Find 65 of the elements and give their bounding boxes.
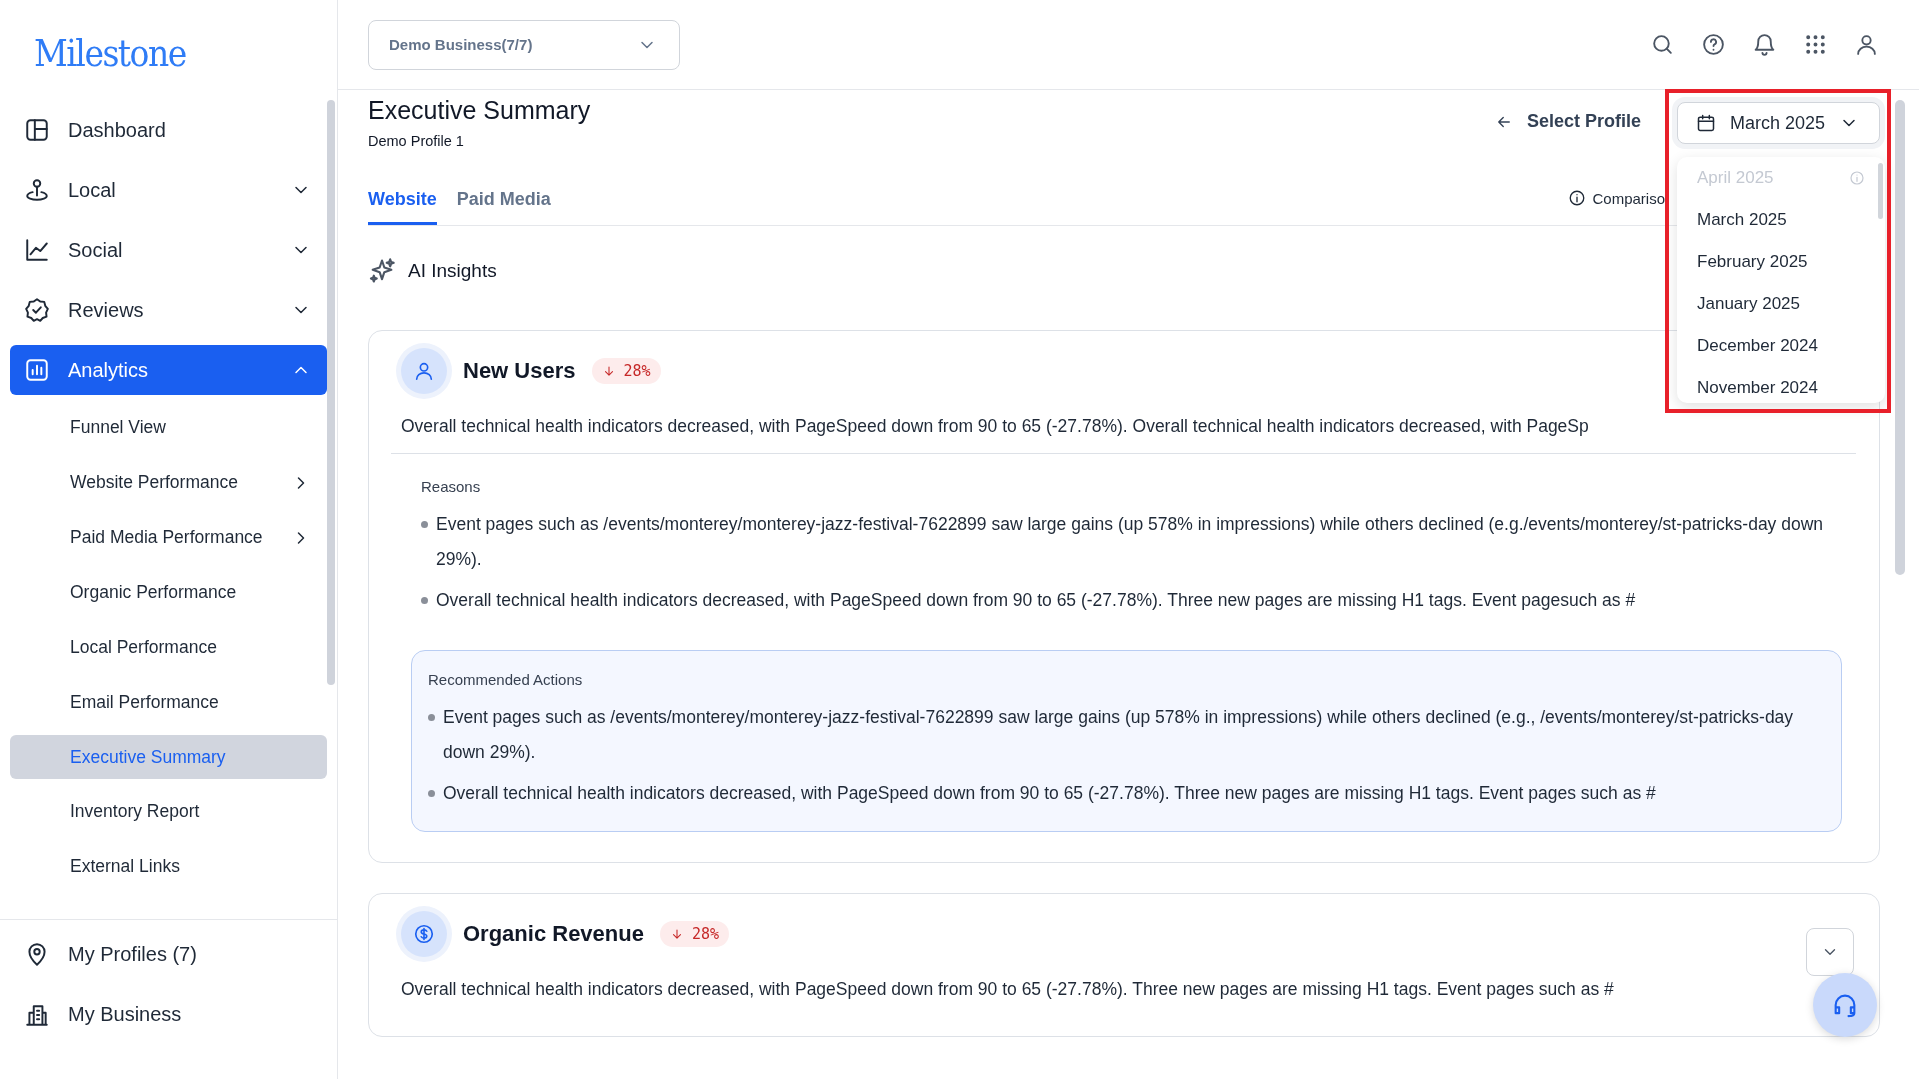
month-option: April 2025 <box>1677 157 1875 199</box>
bullet-dot <box>421 521 428 528</box>
sidebar-subitem[interactable]: Website Performance <box>10 455 327 510</box>
bullet-dot <box>428 790 435 797</box>
tab[interactable]: Website <box>368 189 437 225</box>
bullet-dot <box>421 597 428 604</box>
section-title: AI Insights <box>408 260 497 282</box>
tab[interactable]: Paid Media <box>456 189 551 225</box>
user-icon <box>1854 32 1879 57</box>
scrollbar[interactable] <box>1895 100 1905 575</box>
month-option[interactable]: December 2024 <box>1677 325 1875 367</box>
sidebar-subitem[interactable]: Organic Performance <box>10 565 327 620</box>
bell-icon <box>1752 32 1777 57</box>
block-title: Recommended Actions <box>428 671 584 688</box>
sidebar-subitem[interactable]: Funnel View <box>10 400 327 455</box>
sidebar-subitem[interactable]: Local Performance <box>10 620 327 675</box>
sparkle-icon <box>368 257 396 285</box>
card-summary: Overall technical health indicators decreased, with PageSpeed down from 90 to 65 (-27.78%). Three new pages are missing H1 tags. Event pages such as # <box>401 978 1615 1001</box>
card-summary: Overall technical health indicators decreased, with PageSpeed down from 90 to 65 (-27.78%). Overall technical health indicators decreased, with PageSp <box>401 415 1589 438</box>
sidebar-subitem[interactable]: External Links <box>10 839 327 894</box>
sidebar-subitem[interactable]: Executive Summary <box>10 735 327 779</box>
page-title: Executive Summary <box>368 96 592 125</box>
nav-item[interactable]: Local <box>10 160 327 220</box>
scrollbar[interactable] <box>327 100 335 685</box>
select-profile-link[interactable]: Select Profile <box>1494 111 1641 132</box>
month-option[interactable]: November 2024 <box>1677 367 1875 403</box>
action-text: Overall technical health indicators decreased, with PageSpeed down from 90 to 65 (-27.78%). Three new pages are missing H1 tags. Event pages such as # <box>443 782 1656 805</box>
sidebar-subitem[interactable]: Inventory Report <box>10 784 327 839</box>
ai-assistant-button[interactable] <box>1813 973 1877 1037</box>
apps-grid-icon <box>1803 32 1828 57</box>
info-icon <box>1849 170 1865 186</box>
sidebar-subitem[interactable]: Email Performance <box>10 675 327 730</box>
change-badge: 28% <box>659 921 730 947</box>
change-badge: 28% <box>591 358 661 384</box>
action-text: Event pages such as /events/monterey/monterey-jazz-festival-7622899 saw large gains (up 578% in impressions) while others declined (e.g., /events/monterey/st-patricks-day down 29%). <box>443 706 1795 764</box>
nav-item[interactable]: Analytics <box>10 345 327 395</box>
scrollbar[interactable] <box>1878 163 1883 219</box>
block-title: Reasons <box>421 478 482 495</box>
calendar-icon <box>1695 113 1716 133</box>
logo: Milestone <box>33 28 187 77</box>
card-title: New Users <box>463 358 576 384</box>
nav-item[interactable]: Social <box>10 220 327 280</box>
help-icon <box>1701 32 1726 57</box>
nav-item[interactable]: Dashboard <box>10 100 327 160</box>
pin-icon <box>24 177 50 203</box>
page-subtitle: Demo Profile 1 <box>368 133 465 149</box>
nav-item[interactable]: My Business <box>10 984 327 1045</box>
card-title: Organic Revenue <box>463 921 644 947</box>
reason-text: Event pages such as /events/monterey/monterey-jazz-festival-7622899 saw large gains (up 578% in impressions) while others declined (e.g./events/monterey/st-patricks-day down 29%). <box>436 513 1825 571</box>
month-option[interactable]: January 2025 <box>1677 283 1875 325</box>
dashboard-icon <box>24 117 50 143</box>
sidebar-subitem[interactable]: Paid Media Performance <box>10 510 327 565</box>
reason-text: Overall technical health indicators decreased, with PageSpeed down from 90 to 65 (-27.78%). Three new pages are missing H1 tags. Event pagesuch as # <box>436 589 1636 612</box>
nav-item[interactable]: My Profiles (7) <box>10 924 327 985</box>
line-chart-icon <box>24 237 50 263</box>
bullet-dot <box>428 714 435 721</box>
month-option[interactable]: February 2025 <box>1677 241 1875 283</box>
check-badge-icon <box>24 297 50 323</box>
month-option[interactable]: March 2025 <box>1677 199 1875 241</box>
info-icon <box>1568 189 1587 207</box>
business-select[interactable]: Demo Business(7/7) <box>368 19 680 70</box>
bar-chart-icon <box>24 357 50 383</box>
search-icon <box>1650 32 1675 57</box>
comparisons-label: Compariso <box>1592 189 1665 207</box>
nav-item[interactable]: Reviews <box>10 280 327 340</box>
